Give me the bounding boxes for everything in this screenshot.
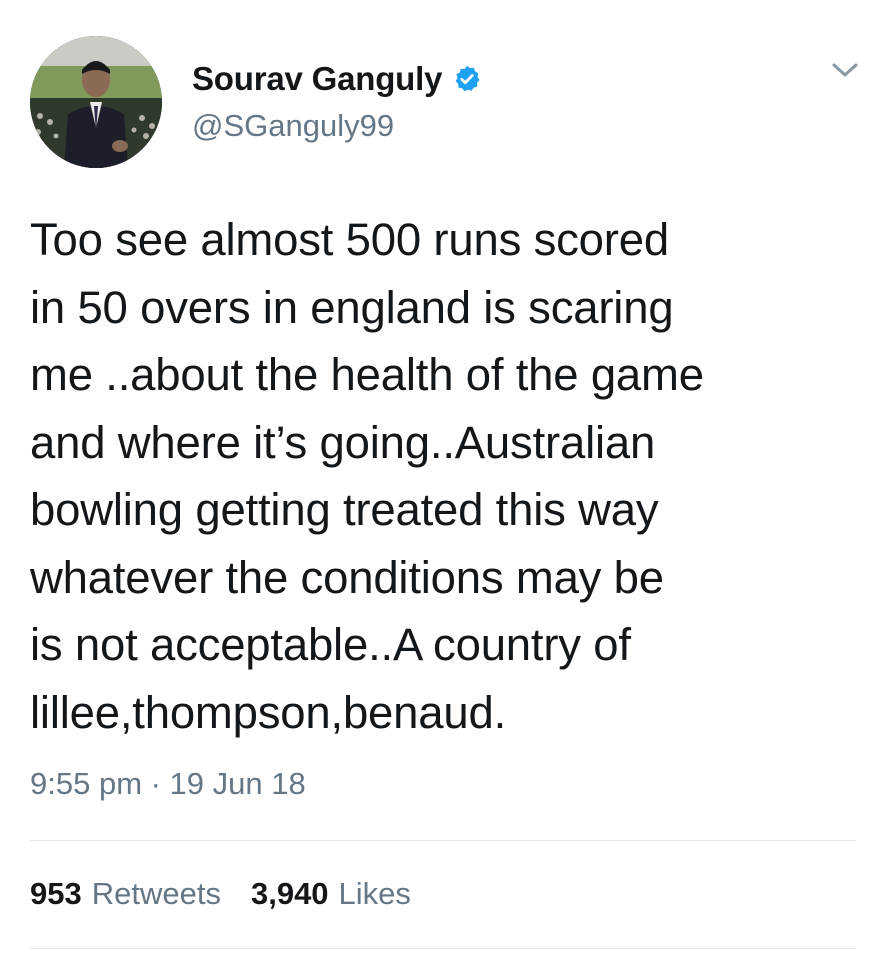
tweet-card: Sourav Ganguly @SGanguly99 Too see almos… bbox=[0, 0, 886, 960]
tweet-stats: 953 Retweets 3,940 Likes bbox=[30, 876, 441, 912]
divider bbox=[30, 840, 856, 841]
likes-stat[interactable]: 3,940 Likes bbox=[251, 876, 411, 912]
likes-label: Likes bbox=[338, 876, 411, 911]
display-name[interactable]: Sourav Ganguly bbox=[192, 60, 442, 98]
author-handle[interactable]: @SGanguly99 bbox=[192, 108, 394, 144]
author-row: Sourav Ganguly bbox=[192, 56, 482, 102]
tweet-timestamp[interactable]: 9:55 pm · 19 Jun 18 bbox=[30, 766, 306, 802]
avatar-photo bbox=[30, 36, 162, 168]
chevron-down-icon[interactable] bbox=[830, 58, 860, 82]
retweets-count: 953 bbox=[30, 876, 82, 911]
avatar[interactable] bbox=[30, 36, 162, 168]
tweet-text: Too see almost 500 runs scored in 50 ove… bbox=[30, 214, 704, 738]
retweets-label: Retweets bbox=[91, 876, 221, 911]
verified-badge-icon bbox=[452, 64, 482, 94]
retweets-stat[interactable]: 953 Retweets bbox=[30, 876, 221, 912]
likes-count: 3,940 bbox=[250, 876, 329, 911]
divider bbox=[30, 948, 856, 949]
